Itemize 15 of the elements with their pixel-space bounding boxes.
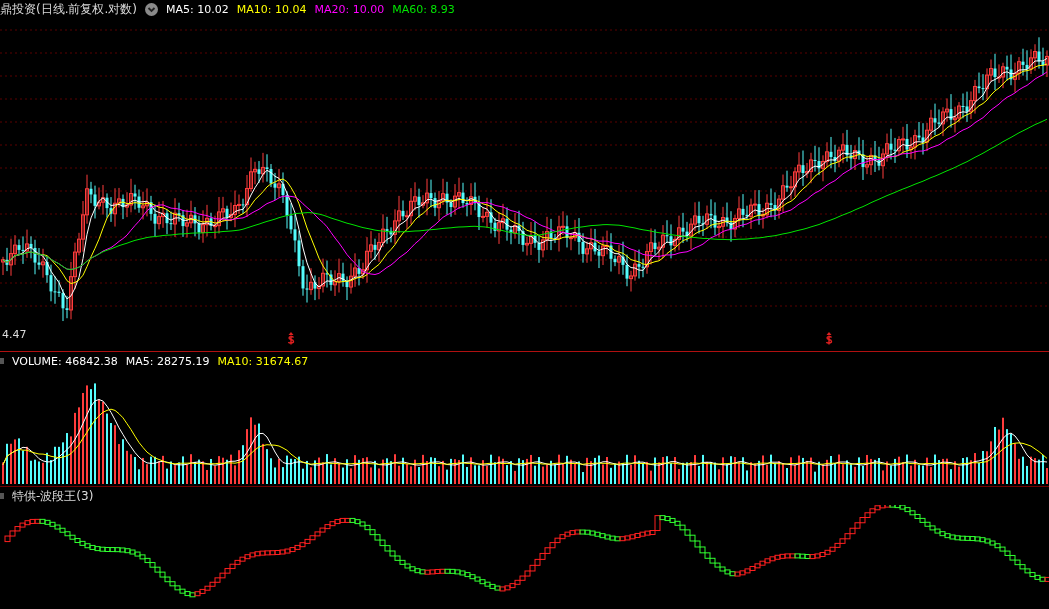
indicator-title: 特供-波段王(3) bbox=[12, 487, 94, 505]
chevron-down-icon[interactable] bbox=[145, 2, 158, 16]
signal-marker-icon bbox=[287, 332, 295, 345]
indicator-value: MA5: 28275.19 bbox=[125, 354, 210, 368]
indicator-value: MA10: 31674.67 bbox=[217, 354, 309, 368]
indicator-value: VOLUME: 46842.38 bbox=[12, 354, 118, 368]
indicator-value: MA20: 10.00 bbox=[314, 2, 385, 16]
indicator-value: MA5: 10.02 bbox=[166, 2, 229, 16]
signal-marker-icon bbox=[825, 332, 833, 345]
bullet-icon bbox=[0, 493, 4, 499]
indicator-value: MA10: 10.04 bbox=[236, 2, 307, 16]
bullet-icon bbox=[0, 358, 4, 364]
chart-title: 鼎投资(日线.前复权.对数) bbox=[0, 0, 137, 18]
price-label: 4.47 bbox=[2, 328, 27, 341]
indicator-value: MA60: 8.93 bbox=[392, 2, 455, 16]
